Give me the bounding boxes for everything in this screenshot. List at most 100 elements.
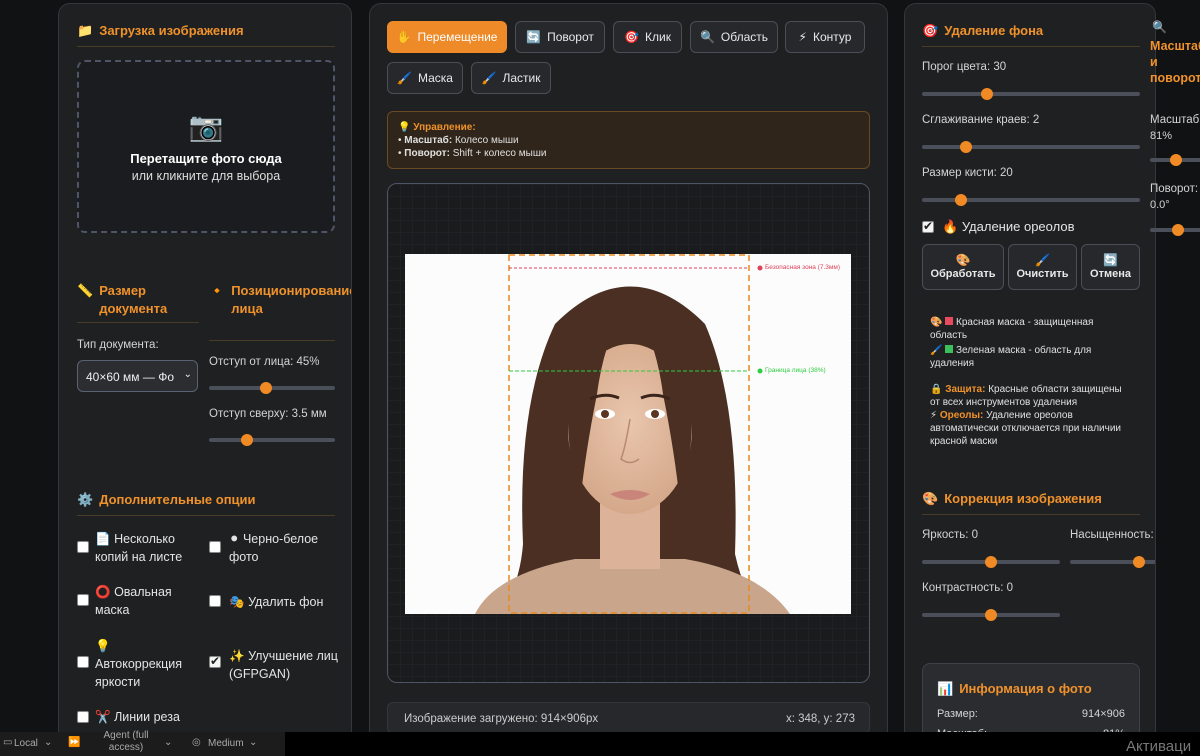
activate-watermark: Активаци bbox=[1126, 738, 1192, 755]
camera-icon: 📷 bbox=[188, 111, 224, 142]
face-offset-label: Отступ от лица: 45% bbox=[209, 356, 320, 368]
option-label-bw: ⚫ Черно-белое фото bbox=[229, 532, 319, 564]
bulb-icon: 💡 bbox=[95, 639, 111, 653]
cancel-button[interactable]: 🔄 Отмена bbox=[1081, 244, 1140, 290]
clear-button[interactable]: 🖌️ Очистить bbox=[1008, 244, 1077, 290]
top-offset-slider[interactable] bbox=[209, 434, 335, 446]
gear-icon: ⚙️ bbox=[77, 492, 94, 507]
status-coords: x: 348, y: 273 bbox=[785, 713, 855, 725]
slider-thumb[interactable] bbox=[955, 194, 968, 206]
correction-title: 🎨 Коррекция изображения bbox=[922, 491, 1102, 506]
option-checkbox-bw[interactable] bbox=[209, 541, 221, 553]
palette-icon: 🎨 bbox=[930, 317, 943, 328]
eraser-tool-button[interactable]: 🖌️ Ластик bbox=[471, 62, 551, 94]
status-loaded: Изображение загружено: 914×906px bbox=[404, 713, 599, 725]
lightning-icon: ⚡ bbox=[798, 30, 807, 44]
center-panel: ✋ Перемещение 🔄 Поворот 🎯 Клик 🔍 Область ⚡ Ко… bbox=[369, 3, 888, 743]
undo-icon: 🔄 bbox=[1103, 253, 1118, 267]
drop-zone[interactable]: 📷 Перетащите фото сюда или кликните для … bbox=[77, 60, 335, 233]
sparkles-icon: ✨ bbox=[229, 649, 245, 663]
option-label-auto-brightness: 💡 Автокоррекция яркости bbox=[95, 639, 183, 689]
canvas-area[interactable]: Безопасная зона (7.3мм) Граница лица (38… bbox=[387, 183, 870, 683]
info-card: 📊 Информация о фото Размер: 914×906 Масш… bbox=[922, 663, 1140, 742]
mask-tool-button[interactable]: 🖌️ Маска bbox=[387, 62, 463, 94]
scissors-icon: ✂️ bbox=[95, 710, 111, 724]
area-tool-button[interactable]: 🔍 Область bbox=[690, 21, 778, 53]
taskbar: ▭ Local ⌄ ⏩ Agent (full access) ⌄ ◎ Medi… bbox=[0, 730, 1200, 756]
slider-thumb[interactable] bbox=[1133, 556, 1145, 568]
far-rotate-slider[interactable] bbox=[1150, 224, 1200, 236]
local-dropdown[interactable]: ▭ Local ⌄ ⏩ Agent (full access) ⌄ ◎ Medi… bbox=[0, 730, 285, 756]
brightness-label: Яркость: 0 bbox=[922, 529, 979, 541]
option-checkbox-face-enhance[interactable] bbox=[209, 654, 221, 668]
page-icon: 📄 bbox=[95, 532, 111, 546]
bg-removal-title: 🎯 Удаление фона bbox=[922, 23, 1044, 38]
far-rotate-label: Поворот: bbox=[1150, 183, 1199, 195]
slider-thumb[interactable] bbox=[959, 141, 972, 153]
click-tool-button[interactable]: 🎯 Клик bbox=[613, 21, 682, 53]
hint-box: 💡 Управление: • Масштаб: Колесо мыши • П… bbox=[387, 111, 870, 169]
rotate-icon: 🔄 bbox=[526, 30, 542, 44]
hand-icon: ✋ bbox=[396, 30, 412, 44]
far-scale-slider[interactable] bbox=[1150, 154, 1200, 166]
move-tool-button[interactable]: ✋ Перемещение bbox=[387, 21, 507, 53]
option-checkbox-oval[interactable] bbox=[77, 594, 89, 606]
contrast-label: Контрастность: 0 bbox=[922, 582, 1014, 594]
legend-block: 🎨 Красная маска - защищенная область 🖌️ … bbox=[930, 316, 1130, 448]
option-checkbox-cut-lines[interactable] bbox=[77, 711, 89, 723]
info-size-value: 914×906 bbox=[1081, 708, 1125, 720]
saturation-label: Насыщенность: 0 bbox=[1070, 529, 1156, 541]
portrait-image bbox=[475, 254, 790, 614]
upload-section-title: 📁 Загрузка изображения bbox=[77, 23, 244, 38]
slider-thumb[interactable] bbox=[1170, 154, 1182, 166]
option-label-cut-lines: ✂️ Линии реза bbox=[95, 710, 180, 724]
chevron-down-icon: ⌄ bbox=[164, 737, 173, 748]
process-button[interactable]: 🎨 Обработать bbox=[922, 244, 1004, 290]
fire-icon: 🔥 bbox=[942, 219, 959, 234]
safe-zone-label: Безопасная зона (7.3мм) bbox=[765, 264, 841, 271]
option-label-multi-copies: 📄 Несколько копий на листе bbox=[95, 532, 183, 564]
option-checkbox-remove-bg[interactable] bbox=[209, 595, 221, 607]
option-checkbox-multi-copies[interactable] bbox=[77, 541, 89, 553]
threshold-slider[interactable] bbox=[922, 88, 1140, 100]
far-rotate-value: 0.0° bbox=[1150, 199, 1170, 211]
brush-size-label: Размер кисти: 20 bbox=[922, 167, 1013, 179]
brush-size-slider[interactable] bbox=[922, 194, 1140, 206]
brush-icon: 🖌️ bbox=[930, 345, 943, 356]
option-checkbox-auto-brightness[interactable] bbox=[77, 656, 89, 668]
slider-thumb[interactable] bbox=[985, 609, 997, 621]
brightness-slider[interactable] bbox=[922, 556, 1060, 568]
rotate-tool-button[interactable]: 🔄 Поворот bbox=[515, 21, 605, 53]
slider-thumb[interactable] bbox=[240, 434, 253, 446]
doc-type-select[interactable]: 40×60 мм — Фо ⌄ bbox=[77, 360, 198, 392]
circle-icon: ⚫ bbox=[229, 532, 240, 546]
contour-tool-button[interactable]: ⚡ Контур bbox=[785, 21, 865, 53]
doc-type-label: Тип документа: bbox=[77, 339, 159, 351]
contrast-slider[interactable] bbox=[922, 609, 1060, 621]
position-section-title: 🔸 Позиционирование лица bbox=[209, 283, 352, 316]
slider-thumb[interactable] bbox=[985, 556, 997, 568]
status-bar: Изображение загружено: 914×906px x: 348,… bbox=[387, 702, 870, 734]
slider-thumb[interactable] bbox=[259, 382, 272, 394]
face-border-label: Граница лица (38%) bbox=[765, 367, 826, 374]
chevron-down-icon: ⌄ bbox=[249, 737, 258, 748]
halo-removal-checkbox[interactable] bbox=[922, 219, 934, 233]
legend-green: 🖌️ Зеленая маска - область для удаления bbox=[930, 345, 1092, 369]
smooth-slider[interactable] bbox=[922, 141, 1140, 153]
magnifier-icon: 🔍 bbox=[1152, 20, 1167, 34]
extra-options-title: ⚙️ Дополнительные опции bbox=[77, 492, 256, 507]
left-panel: 📁 Загрузка изображения 📷 Перетащите фото… bbox=[58, 3, 352, 743]
info-title: 📊 Информация о фото bbox=[937, 681, 1092, 696]
bulb-icon: 💡 bbox=[398, 122, 411, 133]
threshold-label: Порог цвета: 30 bbox=[922, 61, 1007, 73]
slider-thumb[interactable] bbox=[981, 88, 994, 100]
photo-preview[interactable]: Безопасная зона (7.3мм) Граница лица (38… bbox=[405, 254, 851, 614]
option-label-remove-bg: 🎭 Удалить фон bbox=[229, 595, 324, 609]
slider-thumb[interactable] bbox=[1172, 224, 1184, 236]
lightning-icon: ⚡ bbox=[930, 410, 938, 421]
chevron-down-icon: ⌄ bbox=[44, 737, 53, 748]
face-offset-slider[interactable] bbox=[209, 382, 335, 394]
gauge-icon: ◎ bbox=[192, 737, 201, 748]
saturation-slider[interactable] bbox=[1070, 556, 1155, 568]
target-icon: 🎯 bbox=[624, 30, 639, 44]
